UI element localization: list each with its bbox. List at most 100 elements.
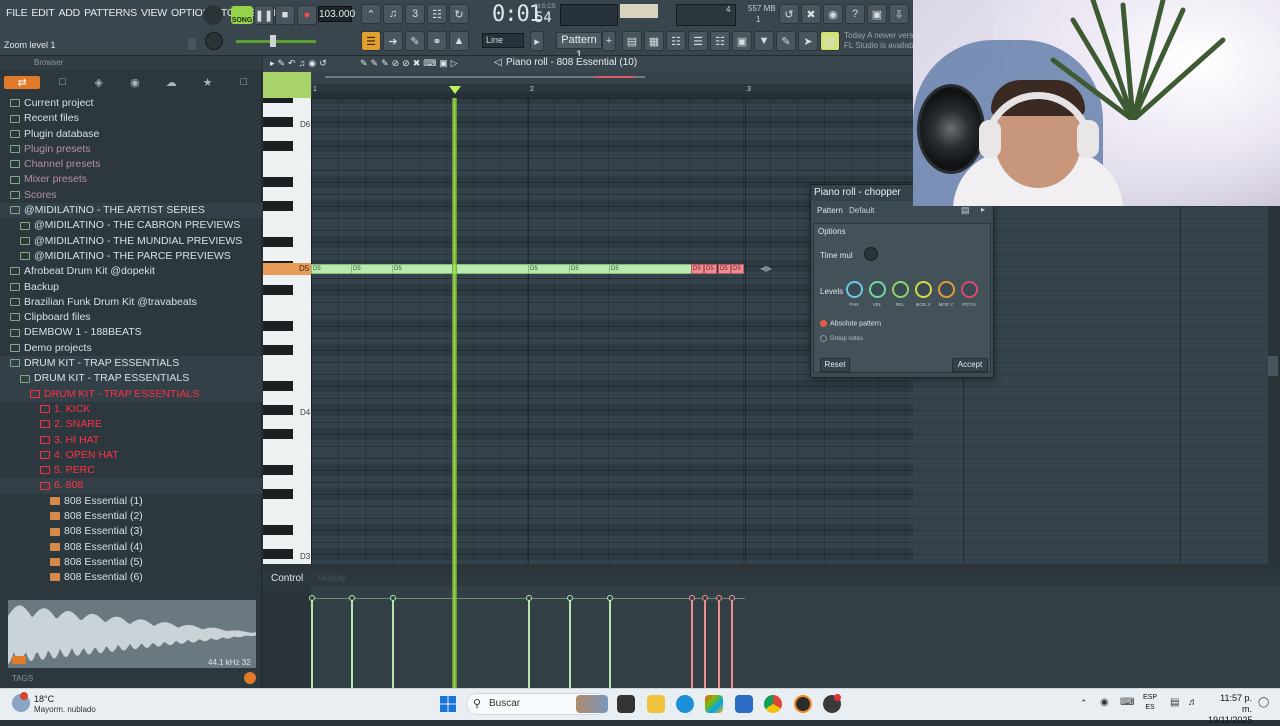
file-explorer-icon[interactable] bbox=[647, 695, 665, 713]
black-key[interactable] bbox=[263, 381, 293, 391]
tab-files-icon[interactable]: □ bbox=[44, 76, 80, 88]
playhead-marker[interactable] bbox=[449, 86, 461, 94]
velocity-handle[interactable] bbox=[702, 595, 708, 601]
tool-icon[interactable]: ✎ bbox=[776, 31, 796, 51]
black-key[interactable] bbox=[263, 98, 293, 103]
black-key[interactable] bbox=[263, 117, 293, 127]
velocity-handle[interactable] bbox=[716, 595, 722, 601]
black-key[interactable] bbox=[263, 345, 293, 355]
arrow-right-icon[interactable]: ➜ bbox=[383, 31, 403, 51]
browser-item[interactable]: DRUM KIT - TRAP ESSENTIALS bbox=[0, 371, 262, 387]
snap-select[interactable]: Line bbox=[482, 33, 524, 48]
black-key[interactable] bbox=[263, 321, 293, 331]
velocity-handle[interactable] bbox=[729, 595, 735, 601]
playlist-icon[interactable]: ▤ bbox=[622, 31, 642, 51]
keyboard-icon[interactable]: ⌨ bbox=[1120, 697, 1134, 708]
short-note[interactable]: D5 bbox=[718, 264, 731, 274]
tab-all-icon[interactable]: ⇄ bbox=[4, 75, 41, 89]
browser-item[interactable]: @MIDILATINO - THE PARCE PREVIEWS bbox=[0, 249, 262, 264]
browser-item[interactable]: 808 Essential (3) bbox=[0, 524, 262, 539]
pencil-icon[interactable]: ✎ bbox=[405, 31, 425, 51]
short-note[interactable]: D5 bbox=[704, 264, 717, 274]
playhead[interactable] bbox=[452, 98, 457, 688]
browser-item[interactable]: 808 Essential (5) bbox=[0, 555, 262, 570]
record-button[interactable]: ● bbox=[297, 5, 317, 25]
pattern-add-icon[interactable]: + bbox=[602, 31, 616, 51]
accept-button[interactable]: Accept bbox=[952, 358, 988, 372]
browser-item[interactable]: Plugin presets bbox=[0, 142, 262, 157]
black-key[interactable] bbox=[263, 285, 293, 295]
piano-roll-title[interactable]: Piano roll - 808 Essential (10) bbox=[506, 57, 637, 68]
browser-item[interactable]: Mixer presets bbox=[0, 172, 262, 187]
velocity-handle[interactable] bbox=[349, 595, 355, 601]
velocity-handle[interactable] bbox=[390, 595, 396, 601]
short-note[interactable]: D5 bbox=[691, 264, 704, 274]
preview-play-icon[interactable] bbox=[12, 656, 26, 664]
pattern-arrow-icon[interactable]: ▸ bbox=[530, 31, 544, 51]
piano-keyboard[interactable]: D6 D4 D3 bbox=[263, 98, 311, 564]
pattern-value[interactable]: Default bbox=[849, 206, 874, 215]
velocity-bar[interactable] bbox=[392, 598, 394, 688]
velocity-handle[interactable] bbox=[607, 595, 613, 601]
control-target[interactable]: Velocity bbox=[318, 574, 346, 583]
piano-icon[interactable]: ☷ bbox=[710, 31, 730, 51]
black-key[interactable] bbox=[263, 177, 293, 187]
velocity-bar[interactable] bbox=[528, 598, 530, 688]
channel-icon[interactable]: ☰ bbox=[688, 31, 708, 51]
browser-item[interactable]: 4. OPEN HAT bbox=[0, 448, 262, 463]
master-volume-handle[interactable] bbox=[270, 35, 276, 47]
language-indicator[interactable]: ESP ES bbox=[1143, 693, 1157, 713]
channel-rack-icon[interactable]: ▦ bbox=[644, 31, 664, 51]
download-icon[interactable]: ⇩ bbox=[889, 4, 909, 24]
link-icon[interactable]: ⚭ bbox=[427, 31, 447, 51]
stop-button[interactable]: ■ bbox=[275, 5, 295, 25]
tab-favorites-icon[interactable]: ★ bbox=[189, 76, 225, 89]
browser-item[interactable]: Clipboard files bbox=[0, 310, 262, 325]
windows-start-icon[interactable] bbox=[440, 696, 456, 712]
browser-icon[interactable]: ▣ bbox=[732, 31, 752, 51]
black-key[interactable] bbox=[263, 405, 293, 415]
browser-item[interactable]: Backup bbox=[0, 280, 262, 295]
browser-item[interactable]: Recent files bbox=[0, 111, 262, 126]
browser-item[interactable]: 808 Essential (4) bbox=[0, 540, 262, 555]
browser-item[interactable]: DRUM KIT - TRAP ESSENTIALS bbox=[0, 386, 262, 402]
tray-chevron-icon[interactable]: ⌃ bbox=[1080, 698, 1088, 709]
help-icon[interactable]: ? bbox=[845, 4, 865, 24]
vertical-scroll-thumb[interactable] bbox=[1268, 356, 1278, 376]
piano-roll-edit-tools[interactable]: ✎✎✎⊘⊘✖⌨▣▷ bbox=[360, 58, 461, 69]
copilot-icon[interactable] bbox=[705, 695, 723, 713]
short-note[interactable]: D5 bbox=[731, 264, 744, 274]
black-key[interactable] bbox=[263, 465, 293, 475]
folder-icon[interactable]: ▤ bbox=[961, 205, 970, 216]
plugin-icon[interactable]: ▼ bbox=[754, 31, 774, 51]
velocity-bar[interactable] bbox=[609, 598, 611, 688]
master-pitch-knob[interactable] bbox=[205, 32, 223, 50]
browser-item[interactable]: 808 Essential (1) bbox=[0, 494, 262, 509]
level-knob[interactable] bbox=[869, 281, 886, 298]
black-key[interactable] bbox=[263, 429, 293, 439]
tempo-display[interactable]: 103.000 bbox=[318, 6, 355, 22]
browser-item[interactable]: Channel presets bbox=[0, 157, 262, 172]
weather-temp[interactable]: 18°C bbox=[34, 694, 54, 704]
wait-input-icon[interactable]: ♫ bbox=[383, 4, 403, 24]
level-knob[interactable] bbox=[938, 281, 955, 298]
velocity-handle[interactable] bbox=[567, 595, 573, 601]
menu-item[interactable]: ADD bbox=[57, 6, 83, 20]
browser-item[interactable]: @MIDILATINO - THE ARTIST SERIES bbox=[0, 203, 262, 219]
mixer-icon[interactable]: ☷ bbox=[666, 31, 686, 51]
level-knob[interactable] bbox=[961, 281, 978, 298]
group-notes-radio[interactable]: Group notes bbox=[820, 335, 863, 342]
velocity-handle[interactable] bbox=[526, 595, 532, 601]
pattern-selector[interactable]: Pattern 1 bbox=[556, 32, 602, 61]
menu-item[interactable]: PATTERNS bbox=[82, 6, 139, 20]
velocity-bar[interactable] bbox=[351, 598, 353, 688]
reset-button[interactable]: Reset bbox=[820, 358, 850, 372]
level-knob[interactable] bbox=[915, 281, 932, 298]
black-key[interactable] bbox=[263, 525, 293, 535]
notifications-icon[interactable]: ◯ bbox=[1258, 697, 1269, 708]
master-volume-knob[interactable] bbox=[203, 5, 223, 25]
black-key[interactable] bbox=[263, 549, 293, 559]
menu-item[interactable]: EDIT bbox=[29, 6, 56, 20]
velocity-handle[interactable] bbox=[309, 595, 315, 601]
loop-record-icon[interactable]: ↻ bbox=[449, 4, 469, 24]
